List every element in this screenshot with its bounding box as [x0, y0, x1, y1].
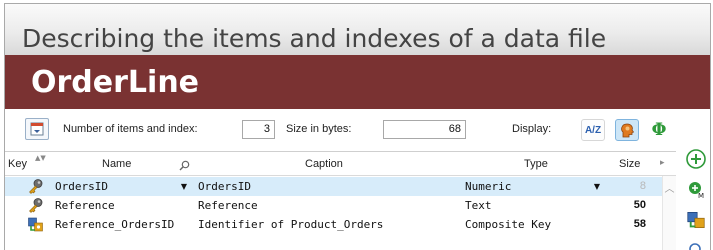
search-icon[interactable]	[179, 160, 190, 171]
head-icon	[621, 123, 635, 138]
window-title: Describing the items and indexes of a da…	[22, 24, 607, 53]
table-header: Key ▲▼ Name Caption Type Size ▸	[5, 152, 676, 176]
column-caption[interactable]: Caption	[305, 158, 343, 170]
item-type[interactable]: Text	[465, 199, 492, 212]
phi-button[interactable]: Φ	[647, 119, 671, 141]
item-caption[interactable]: Identifier of Product_Orders	[198, 218, 383, 231]
display-caption-button[interactable]	[615, 119, 639, 141]
sort-indicator-icon: ▲▼	[35, 154, 46, 162]
items-table: Key ▲▼ Name Caption Type Size ▸ OrdersID…	[5, 151, 676, 250]
name-dropdown-button[interactable]: ▼	[177, 179, 191, 194]
file-banner: OrderLine	[5, 55, 710, 109]
item-name[interactable]: Reference_OrdersID	[55, 218, 174, 231]
column-type[interactable]: Type	[524, 158, 548, 170]
table-scrollbar[interactable]: ︿	[662, 176, 676, 250]
chevron-up-icon[interactable]: ︿	[663, 182, 676, 195]
search-icon	[689, 243, 701, 250]
column-key[interactable]: Key	[8, 158, 27, 170]
table-row[interactable]: Reference_OrdersID Identifier of Product…	[5, 215, 662, 234]
data-file-description-window: Describing the items and indexes of a da…	[4, 3, 711, 250]
search-item-button[interactable]	[685, 239, 707, 250]
size-field[interactable]: 68	[383, 120, 466, 139]
add-memo-button[interactable]: M	[685, 178, 707, 200]
table-row[interactable]: OrdersID ▼ OrdersID Numeric ▼ 8	[5, 177, 662, 196]
table-row[interactable]: Reference Reference Text 50	[5, 196, 662, 215]
display-label: Display:	[512, 123, 552, 135]
document-icon	[30, 122, 44, 136]
plus-circle-icon	[686, 149, 706, 169]
composite-key-icon	[28, 217, 43, 232]
item-caption[interactable]: OrdersID	[198, 180, 251, 193]
item-size[interactable]: 50	[605, 199, 646, 211]
column-name[interactable]: Name	[102, 158, 131, 170]
items-count-field[interactable]: 3	[242, 120, 275, 139]
size-label: Size in bytes:	[286, 123, 352, 135]
composite-key-icon	[687, 212, 705, 228]
items-count-label: Number of items and index:	[63, 123, 198, 135]
item-name[interactable]: OrdersID	[55, 180, 108, 193]
item-type[interactable]: Numeric	[465, 180, 511, 193]
type-dropdown-button[interactable]: ▼	[590, 179, 604, 194]
chevron-right-icon[interactable]: ▸	[660, 158, 665, 168]
add-item-button[interactable]	[685, 148, 707, 170]
key-icon	[29, 198, 43, 213]
item-name[interactable]: Reference	[55, 199, 115, 212]
toolbar: Number of items and index: 3 Size in byt…	[5, 109, 710, 151]
item-caption[interactable]: Reference	[198, 199, 258, 212]
file-name-title: OrderLine	[31, 65, 200, 100]
item-type[interactable]: Composite Key	[465, 218, 551, 231]
item-size[interactable]: 8	[605, 180, 646, 192]
svg-text:M: M	[698, 192, 704, 200]
column-size[interactable]: Size	[619, 158, 640, 170]
key-icon	[29, 179, 43, 194]
add-composite-key-button[interactable]	[685, 209, 707, 231]
item-size[interactable]: 58	[605, 218, 646, 230]
window-header: Describing the items and indexes of a da…	[5, 4, 710, 55]
document-button[interactable]	[25, 118, 49, 140]
add-memo-icon: M	[689, 182, 704, 200]
sort-az-button[interactable]: A/Z	[581, 119, 605, 141]
